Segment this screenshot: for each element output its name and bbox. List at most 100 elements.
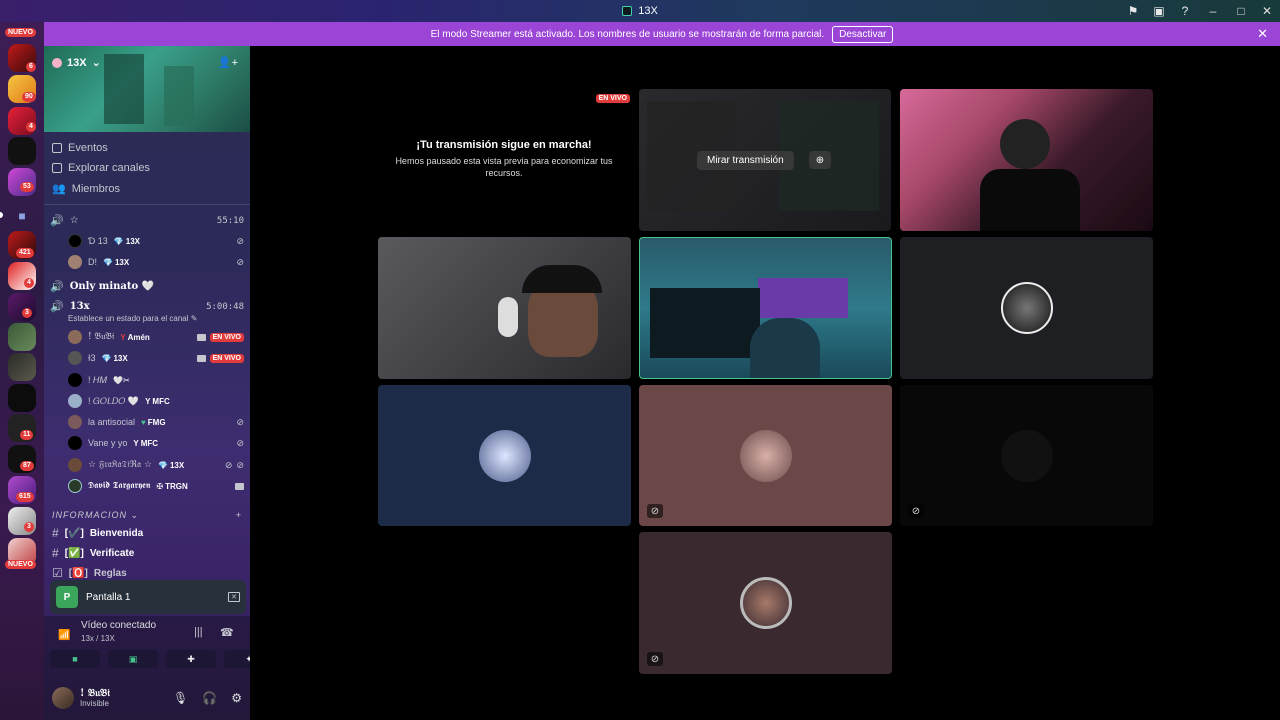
avatar — [68, 415, 82, 429]
text-channel-reglas[interactable]: ☑ [🅾️] Reglas — [52, 566, 127, 580]
connection-channel[interactable]: 13x / 13X — [81, 634, 115, 643]
rules-icon: ☑ — [52, 566, 63, 580]
category-informacion[interactable]: INFORMACION ⌄ + — [52, 510, 242, 521]
maximize-button[interactable]: □ — [1228, 0, 1254, 22]
person-body — [980, 169, 1080, 231]
screen-share-icon: P — [56, 586, 78, 608]
avatar — [68, 351, 82, 365]
video-tile[interactable]: ⊘ — [900, 385, 1153, 526]
server-name-button[interactable]: 13X ⌄ — [52, 56, 101, 69]
screen-background — [758, 278, 848, 318]
voice-user[interactable]: D! 💎 13X ⊘ — [68, 253, 244, 271]
connection-status[interactable]: Vídeo conectado — [81, 620, 156, 631]
video-tile[interactable] — [378, 385, 631, 526]
title-bar: 13X ⚑ ▣ ? – □ ✕ — [0, 0, 1280, 22]
mention-badge: 4 — [26, 122, 36, 132]
microphone-icon[interactable]: 🎙 — [173, 691, 188, 705]
server-icon-4[interactable] — [8, 137, 36, 165]
stream-button[interactable]: ▣ — [108, 650, 158, 668]
muted-icon: ⊘ — [647, 504, 663, 518]
camera-button[interactable]: ■ — [50, 650, 100, 668]
channel-status-prompt[interactable]: Establece un estado para el canal ✎ — [68, 314, 197, 323]
invite-icon[interactable]: 👤+ — [218, 56, 238, 69]
voice-channel-1[interactable]: 🔊 ☆ 55:10 — [50, 214, 244, 227]
voice-user[interactable]: ☆ 𝔉𝔯𝔞𝔎𝔞𝔗𝔦ℜ𝔞 ☆ 💎 13X ⊘ ⊘ — [68, 456, 244, 474]
list-icon — [52, 163, 62, 173]
server-icon-8[interactable] — [8, 293, 36, 321]
paused-body: Hemos pausado esta vista previa para eco… — [395, 156, 613, 178]
video-tile-speaking[interactable] — [639, 237, 892, 379]
nav-explore-channels[interactable]: Explorar canales — [52, 162, 150, 174]
deafen-icon: ⊘ — [236, 256, 244, 267]
heart-icon: Y — [120, 332, 126, 342]
close-window-button[interactable]: ✕ — [1254, 0, 1280, 22]
minimize-button[interactable]: – — [1198, 0, 1228, 22]
avatar[interactable] — [52, 687, 74, 709]
server-icon-11[interactable] — [8, 384, 36, 412]
speaker-icon: 🔊 — [50, 215, 64, 227]
disconnect-icon[interactable]: ☎ — [220, 626, 234, 639]
voice-user[interactable]: Vane y yo Y MFC ⊘ — [68, 434, 244, 452]
role-tag: 💎 13X — [103, 257, 130, 267]
stop-share-icon[interactable]: ✕ — [228, 592, 240, 602]
avatar — [68, 394, 82, 408]
nav-events[interactable]: Eventos — [52, 142, 108, 154]
voice-channel-only-minato[interactable]: 🔊 Only minato 🤍 — [50, 280, 244, 293]
flag-icon[interactable]: ⚑ — [1120, 0, 1146, 22]
video-tile[interactable] — [900, 237, 1153, 379]
folder-icon[interactable]: ■ — [8, 202, 36, 230]
avatar — [68, 330, 82, 344]
mention-badge: 615 — [16, 492, 34, 502]
user-status: EN VIVO — [196, 353, 244, 363]
close-icon[interactable]: ✕ — [1257, 26, 1268, 42]
help-icon[interactable]: ? — [1172, 0, 1198, 22]
voice-user[interactable]: Ɨ3 💎 13X EN VIVO — [68, 349, 244, 367]
username: ! 𝔅𝔲𝔅𝔦 — [80, 688, 110, 699]
voice-channel-13x[interactable]: 🔊 13x 5:00:48 — [50, 300, 244, 313]
video-tile[interactable] — [900, 89, 1153, 231]
voice-user[interactable]: ! 𝔅𝔲𝔅𝔦 Y Amén EN VIVO — [68, 328, 244, 346]
noise-suppression-icon[interactable]: ||| — [194, 626, 203, 638]
voice-user[interactable]: 𝕯𝖆𝖛𝖎𝖉 𝕿𝖆𝖗𝖌𝖆𝖗𝖞𝖊𝖓 ✠ TRGN — [68, 477, 244, 495]
voice-user[interactable]: la antisocial ♥ FMG ⊘ — [68, 413, 244, 431]
diamond-icon: 💎 — [103, 257, 113, 267]
text-channel-verificate[interactable]: # [✅] Verificate — [52, 546, 134, 560]
server-icon-10[interactable] — [8, 353, 36, 381]
nav-members[interactable]: 👥 Miembros — [52, 182, 120, 196]
speaker-icon: 🔊 — [50, 301, 64, 313]
voice-user[interactable]: ! 𝐻𝑀 🤍✂ — [68, 371, 244, 389]
server-icon — [622, 6, 633, 16]
video-tile[interactable] — [378, 237, 631, 379]
add-channel-icon[interactable]: + — [236, 510, 242, 521]
deactivate-button[interactable]: Desactivar — [832, 25, 894, 43]
screen-share-panel[interactable]: P Pantalla 1 ✕ — [50, 580, 246, 614]
activities-button[interactable]: ✚ — [166, 650, 216, 668]
nuevo-badge: NUEVO — [5, 28, 36, 37]
role-tag: Y MFC — [145, 396, 170, 406]
avatar — [478, 429, 531, 482]
headphones-icon — [498, 297, 518, 337]
user-panel: ! 𝔅𝔲𝔅𝔦 Invisible 🎙 🎧 ⚙ — [44, 676, 250, 720]
voice-user[interactable]: ! 𝐺𝑂𝐿𝐷𝑂 🤍 Y MFC — [68, 392, 244, 410]
role-tag: 💎 13X — [101, 353, 128, 363]
watch-stream-button[interactable]: Mirar transmisión — [697, 151, 794, 170]
crest-icon: ✠ — [156, 481, 164, 491]
avatar — [68, 373, 82, 387]
signal-icon[interactable]: 📶 — [58, 630, 70, 641]
muted-icon: ⊘ — [647, 652, 663, 666]
headphones-icon[interactable]: 🎧 — [202, 691, 217, 705]
video-grid: EN VIVO ¡Tu transmisión sigue en marcha!… — [250, 46, 1280, 720]
inbox-icon[interactable]: ▣ — [1146, 0, 1172, 22]
settings-gear-icon[interactable]: ⚙ — [231, 691, 242, 705]
muted-icon: ⊘ — [908, 504, 924, 518]
stream-preview-tile[interactable]: Mirar transmisión ⊕ — [639, 89, 891, 231]
server-icon-9[interactable] — [8, 323, 36, 351]
camera-icon — [196, 333, 206, 341]
video-tile[interactable]: ⊘ — [639, 385, 892, 526]
popout-icon[interactable]: ⊕ — [809, 151, 831, 169]
video-tile[interactable]: ⊘ — [639, 532, 892, 674]
voice-user[interactable]: Ɗ 13 💎 13X ⊘ — [68, 232, 244, 250]
user-info[interactable]: ! 𝔅𝔲𝔅𝔦 Invisible — [80, 688, 110, 708]
text-channel-bienvenida[interactable]: # [✔️] Bienvenida — [52, 526, 143, 540]
camera-icon — [235, 482, 244, 490]
